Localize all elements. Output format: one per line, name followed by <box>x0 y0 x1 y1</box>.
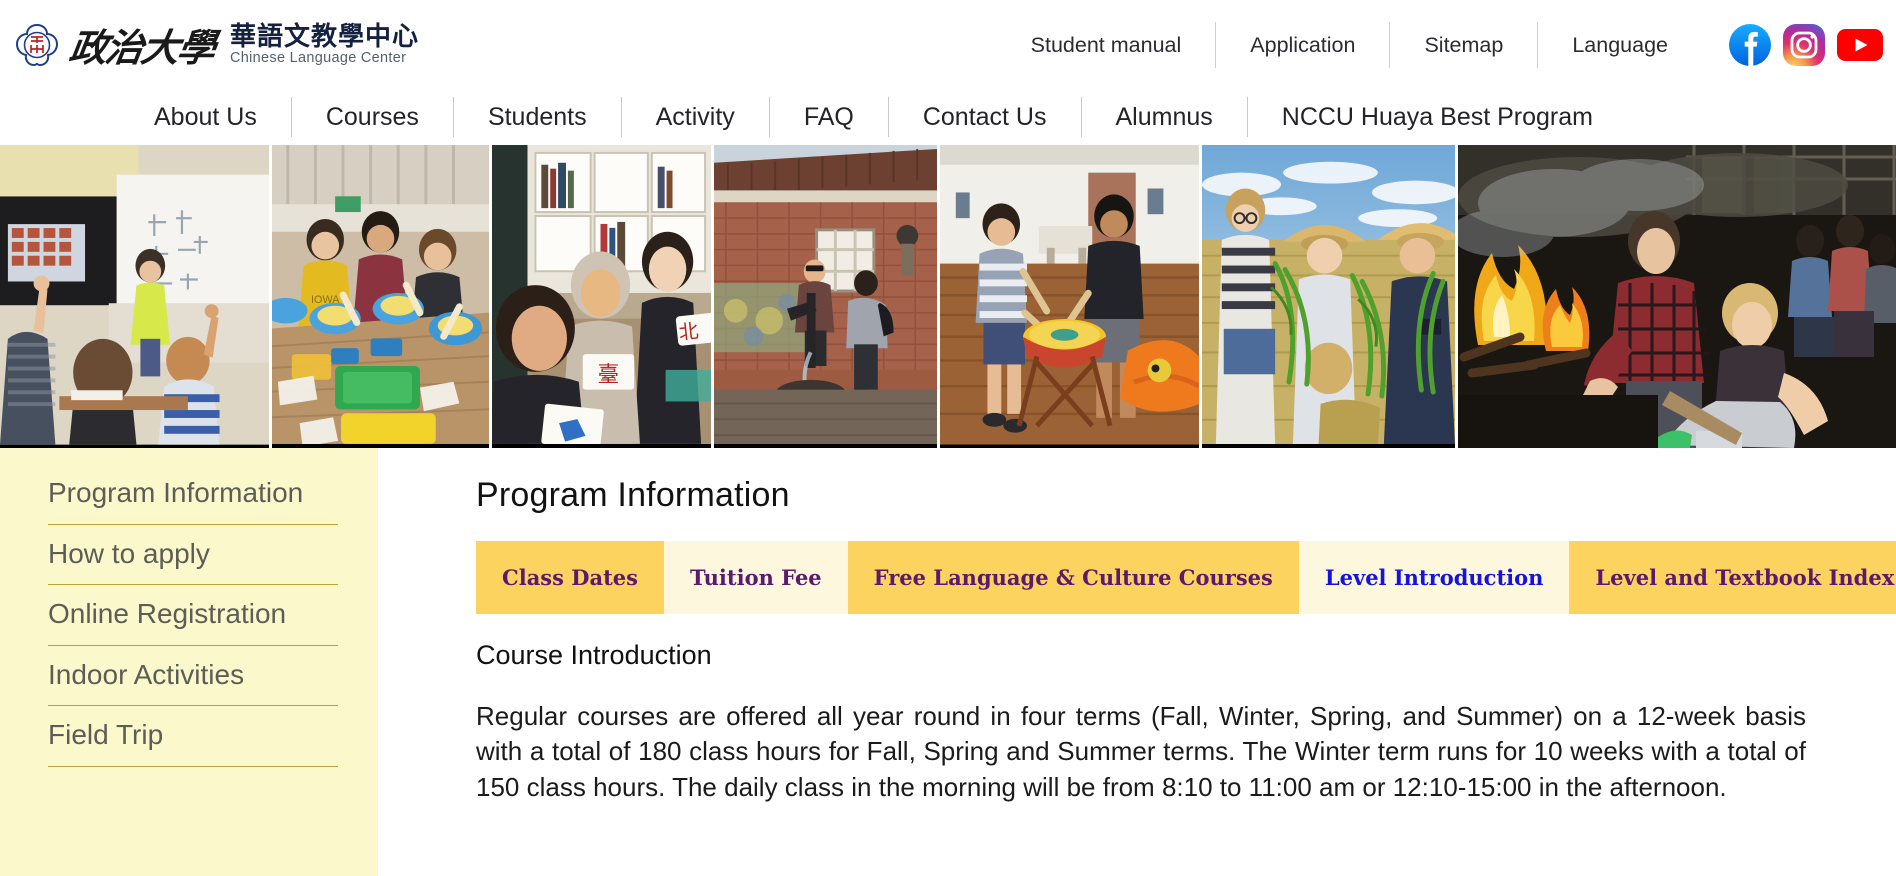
banner-photo-calligraphy-cards: 北 臺 <box>492 145 714 448</box>
svg-text:北: 北 <box>678 320 700 344</box>
main-content: Program Information Class Dates Tuition … <box>378 448 1896 876</box>
banner-photo-brick-house-water-pump <box>714 145 940 448</box>
banner-photo-cooking-activity: IOWA <box>272 145 492 448</box>
page-root: 政治大學 華語文教學中心 Chinese Language Center Stu… <box>0 0 1896 876</box>
tab-tuition-fee[interactable]: Tuition Fee <box>663 541 848 614</box>
youtube-icon[interactable] <box>1836 23 1883 67</box>
utility-nav: Student manual Application Sitemap Langu… <box>997 19 1702 71</box>
logo-english-name: Chinese Language Center <box>230 49 407 66</box>
mainnav-item-courses[interactable]: Courses <box>292 97 454 137</box>
body-area: Program Information How to apply Online … <box>0 448 1896 876</box>
sidebar-item-how-to-apply[interactable]: How to apply <box>48 525 338 586</box>
banner-photo-campfire <box>1458 145 1896 448</box>
tab-free-language-and-culture-courses[interactable]: Free Language & Culture Courses <box>847 541 1299 614</box>
instagram-icon[interactable] <box>1782 23 1826 67</box>
mainnav-item-faq[interactable]: FAQ <box>770 97 889 137</box>
logo-calligraphy: 政治大學 <box>66 25 217 70</box>
facebook-icon[interactable] <box>1728 23 1772 67</box>
content-tabs: Class Dates Tuition Fee Free Language & … <box>476 541 1896 614</box>
sidebar-item-program-information[interactable]: Program Information <box>48 470 338 525</box>
svg-text:臺: 臺 <box>598 363 620 387</box>
topnav-item-application[interactable]: Application <box>1216 21 1391 68</box>
banner-photo-strip: IOWA 北 臺 <box>0 145 1896 448</box>
sidebar-item-indoor-activities[interactable]: Indoor Activities <box>48 646 338 707</box>
topnav-item-language[interactable]: Language <box>1538 22 1702 68</box>
banner-photo-traditional-drum <box>940 145 1202 448</box>
banner-photo-classroom-lesson <box>0 145 272 448</box>
mainnav-item-alumnus[interactable]: Alumnus <box>1082 97 1248 137</box>
course-introduction-paragraph: Regular courses are offered all year rou… <box>476 701 1806 802</box>
banner-photo-rice-harvest <box>1202 145 1458 448</box>
mainnav-item-about-us[interactable]: About Us <box>120 97 292 137</box>
site-logo[interactable]: 政治大學 華語文教學中心 Chinese Language Center <box>14 17 419 72</box>
topnav-item-student-manual[interactable]: Student manual <box>997 21 1217 68</box>
sidebar-item-online-registration[interactable]: Online Registration <box>48 585 338 646</box>
mainnav-item-contact-us[interactable]: Contact Us <box>889 97 1082 137</box>
main-nav: About Us Courses Students Activity FAQ C… <box>0 89 1896 145</box>
nccu-plum-blossom-seal-icon <box>14 22 60 68</box>
sidebar-nav: Program Information How to apply Online … <box>0 448 378 876</box>
mainnav-item-nccu-huaya-best-program[interactable]: NCCU Huaya Best Program <box>1248 97 1627 137</box>
social-links <box>1702 23 1896 67</box>
mainnav-item-activity[interactable]: Activity <box>622 97 770 137</box>
logo-chinese-name: 華語文教學中心 <box>230 21 420 52</box>
topnav-item-sitemap[interactable]: Sitemap <box>1390 21 1539 68</box>
mainnav-item-students[interactable]: Students <box>454 97 622 137</box>
tab-class-dates[interactable]: Class Dates <box>476 541 664 614</box>
sidebar-item-field-trip[interactable]: Field Trip <box>48 706 338 767</box>
tab-level-and-textbook-index[interactable]: Level and Textbook Index <box>1569 541 1896 614</box>
tab-level-introduction[interactable]: Level Introduction <box>1298 541 1570 614</box>
top-bar: 政治大學 華語文教學中心 Chinese Language Center Stu… <box>0 0 1896 89</box>
logo-wordmark: 華語文教學中心 Chinese Language Center <box>230 21 420 66</box>
section-title-course-introduction: Course Introduction <box>476 640 712 670</box>
page-title: Program Information <box>476 476 790 514</box>
